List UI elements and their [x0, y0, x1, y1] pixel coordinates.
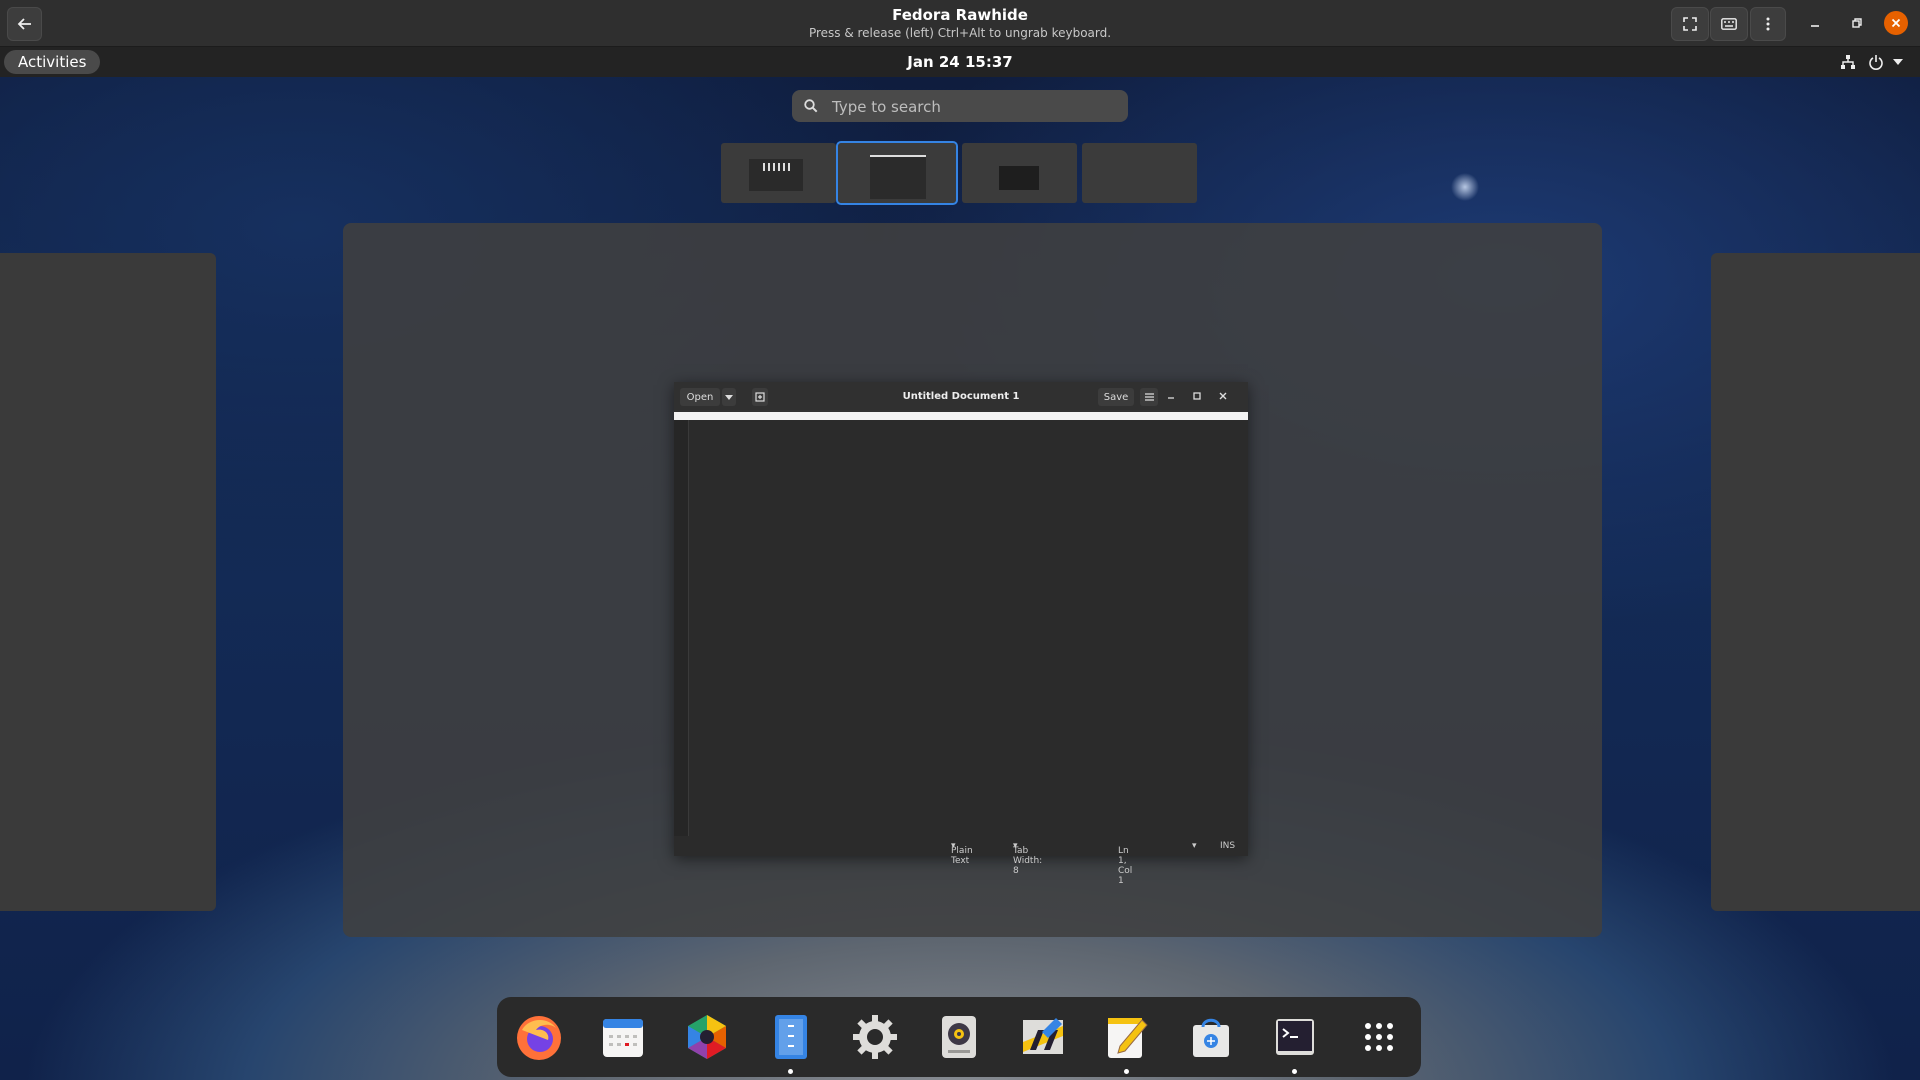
keyboard-button[interactable]: [1710, 7, 1748, 41]
language-label: Plain Text: [951, 846, 973, 866]
running-indicator: [1292, 1069, 1297, 1074]
workspace-thumbnail-2[interactable]: [836, 141, 958, 205]
editor-gutter: [674, 420, 689, 836]
menu-button[interactable]: [1750, 7, 1786, 41]
vm-subtitle: Press & release (left) Ctrl+Alt to ungra…: [808, 26, 1112, 40]
editor-maximize-button[interactable]: [1192, 391, 1206, 403]
workspace-previous[interactable]: [0, 253, 216, 911]
position-dropdown[interactable]: ▾: [1192, 841, 1197, 851]
photos-icon: [688, 1015, 726, 1059]
running-indicator: [788, 1069, 793, 1074]
workspace-thumbnail-4[interactable]: [1082, 143, 1197, 203]
kebab-menu-icon: [1766, 17, 1770, 31]
dock-item-files[interactable]: [763, 1009, 819, 1074]
editor-statusbar: Plain Text ▾ Tab Width: 8 ▾ Ln 1, Col 1 …: [674, 836, 1248, 886]
restore-button[interactable]: [1842, 7, 1872, 39]
save-label: Save: [1103, 391, 1129, 403]
keyboard-icon: [1721, 18, 1737, 30]
language-selector[interactable]: Plain Text ▾: [951, 841, 973, 866]
editor-minimize-button[interactable]: [1166, 391, 1180, 403]
thumb-window: [999, 166, 1039, 190]
editor-text-area[interactable]: [689, 420, 1248, 836]
search-input[interactable]: Type to search: [792, 90, 1128, 122]
firefox-icon: [517, 1016, 561, 1060]
dock-item-app-grid[interactable]: [1351, 1009, 1407, 1065]
dock-item-software[interactable]: [1183, 1009, 1239, 1065]
minimize-icon: [1811, 25, 1819, 27]
dock-item-rhythmbox[interactable]: [931, 1009, 987, 1065]
vm-header: Fedora Rawhide Press & release (left) Ct…: [0, 0, 1920, 47]
dock-item-calendar[interactable]: [595, 1009, 651, 1065]
hamburger-icon: [1144, 393, 1154, 401]
cursor-position-label: Ln 1, Col 1: [1118, 846, 1133, 886]
app-grid-icon: [1365, 1023, 1393, 1051]
close-button[interactable]: [1884, 11, 1908, 35]
power-icon: [1869, 55, 1883, 70]
insert-mode: INS: [1220, 841, 1236, 851]
editor-menu-button[interactable]: [1140, 388, 1158, 406]
minimize-icon: [1168, 397, 1174, 399]
editor-title: Untitled Document 1: [902, 391, 1020, 402]
workspace-next[interactable]: [1711, 253, 1920, 911]
fullscreen-button[interactable]: [1671, 7, 1709, 41]
tab-width-label: Tab Width: 8: [1013, 846, 1043, 876]
fullscreen-icon: [1683, 17, 1697, 31]
software-icon: [1193, 1018, 1229, 1057]
maximize-icon: [1193, 392, 1201, 400]
tab-width-selector[interactable]: Tab Width: 8 ▾: [1013, 841, 1042, 876]
text-editor-window[interactable]: Open Untitled Document 1 Save Plain Text…: [674, 382, 1248, 886]
dock-item-construction[interactable]: [1015, 1009, 1071, 1065]
vm-title: Fedora Rawhide: [892, 6, 1028, 24]
clock[interactable]: Jan 24 15:37: [0, 53, 1920, 71]
save-button[interactable]: Save: [1098, 388, 1134, 406]
dock-item-firefox[interactable]: [511, 1009, 567, 1065]
thumb-dots: [763, 163, 793, 171]
close-icon: [1891, 18, 1901, 28]
text-editor-icon: [1108, 1018, 1148, 1058]
close-icon: [1219, 392, 1227, 400]
workspace-thumbnail-1[interactable]: [721, 143, 836, 203]
editor-close-button[interactable]: [1218, 391, 1232, 403]
running-indicator: [1124, 1069, 1129, 1074]
construction-icon: [1023, 1018, 1063, 1054]
search-placeholder: Type to search: [832, 98, 941, 116]
restore-icon: [1852, 18, 1862, 28]
rhythmbox-icon: [942, 1016, 976, 1058]
search-icon: [804, 99, 818, 113]
editor-tab-strip: [674, 412, 1248, 420]
vm-title-block: Fedora Rawhide Press & release (left) Ct…: [0, 6, 1920, 40]
dock-item-settings[interactable]: [847, 1009, 903, 1065]
minimize-button[interactable]: [1800, 7, 1830, 39]
dock-item-terminal[interactable]: [1267, 1009, 1323, 1074]
workspace-thumbnail-3[interactable]: [962, 143, 1077, 203]
network-icon: [1841, 55, 1855, 69]
dash-dock: [497, 997, 1421, 1077]
terminal-icon: [1276, 1019, 1314, 1055]
gnome-top-bar: Activities Jan 24 15:37: [0, 47, 1920, 77]
system-menu[interactable]: [1836, 53, 1914, 71]
dock-item-text-editor[interactable]: [1099, 1009, 1155, 1074]
calendar-icon: [603, 1019, 643, 1057]
editor-headerbar: Open Untitled Document 1 Save: [674, 382, 1248, 412]
chevron-down-icon: [1893, 59, 1903, 65]
files-icon: [775, 1015, 807, 1059]
thumb-window: [870, 155, 926, 199]
settings-gear-icon: [853, 1015, 897, 1059]
dock-item-photos[interactable]: [679, 1009, 735, 1065]
